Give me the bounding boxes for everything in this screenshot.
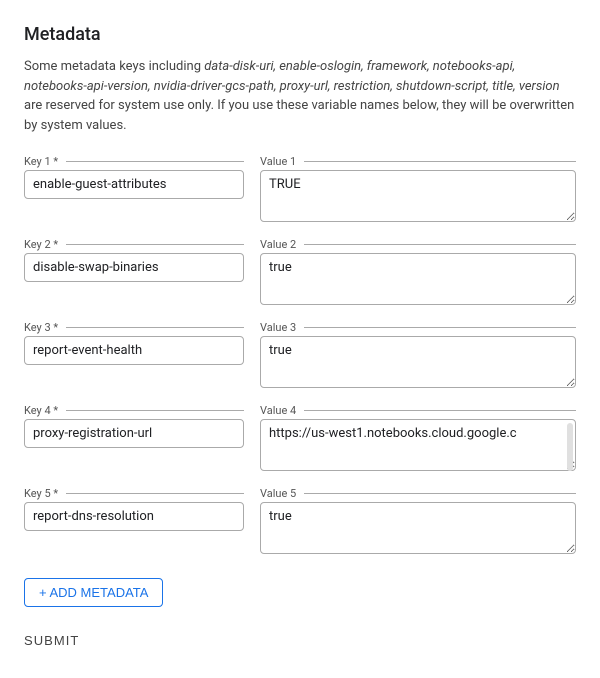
add-metadata-label: + ADD METADATA: [39, 585, 148, 600]
submit-label: SUBMIT: [24, 633, 79, 648]
key-2-label: Key 2 *: [24, 238, 62, 251]
description-text: Some metadata keys including data-disk-u…: [24, 57, 576, 135]
metadata-row: Key 4 * Value 4 https://us-west1.noteboo…: [24, 404, 576, 475]
metadata-row: Key 5 * Value 5 true: [24, 487, 576, 558]
metadata-row: Key 1 * Value 1 TRUE: [24, 155, 576, 226]
key-5-label: Key 5 *: [24, 487, 62, 500]
metadata-rows: Key 1 * Value 1 TRUE Key 2 * Va: [24, 155, 576, 558]
submit-button[interactable]: SUBMIT: [24, 627, 79, 654]
value-1-input[interactable]: TRUE: [260, 170, 576, 222]
value-2-input[interactable]: true: [260, 253, 576, 305]
key-1-label: Key 1 *: [24, 155, 62, 168]
metadata-row: Key 2 * Value 2 true: [24, 238, 576, 309]
key-1-input[interactable]: [24, 170, 244, 199]
add-metadata-button[interactable]: + ADD METADATA: [24, 578, 163, 607]
value-2-group: Value 2 true: [260, 238, 576, 309]
value-4-label: Value 4: [260, 404, 300, 417]
value-1-group: Value 1 TRUE: [260, 155, 576, 226]
value-3-label: Value 3: [260, 321, 300, 334]
value-4-input[interactable]: https://us-west1.notebooks.cloud.google.…: [260, 419, 576, 471]
value-3-input[interactable]: true: [260, 336, 576, 388]
key-3-input[interactable]: [24, 336, 244, 365]
key-2-input[interactable]: [24, 253, 244, 282]
key-4-input[interactable]: [24, 419, 244, 448]
key-4-label: Key 4 *: [24, 404, 62, 417]
key-3-label: Key 3 *: [24, 321, 62, 334]
key-3-group: Key 3 *: [24, 321, 244, 365]
value-4-group: Value 4 https://us-west1.notebooks.cloud…: [260, 404, 576, 475]
value-5-input[interactable]: true: [260, 502, 576, 554]
key-5-input[interactable]: [24, 502, 244, 531]
value-2-label: Value 2: [260, 238, 300, 251]
key-1-group: Key 1 *: [24, 155, 244, 199]
metadata-row: Key 3 * Value 3 true: [24, 321, 576, 392]
value-1-label: Value 1: [260, 155, 300, 168]
key-4-group: Key 4 *: [24, 404, 244, 448]
key-5-group: Key 5 *: [24, 487, 244, 531]
page-title: Metadata: [24, 24, 576, 45]
value-5-label: Value 5: [260, 487, 300, 500]
value-3-group: Value 3 true: [260, 321, 576, 392]
key-2-group: Key 2 *: [24, 238, 244, 282]
value-5-group: Value 5 true: [260, 487, 576, 558]
